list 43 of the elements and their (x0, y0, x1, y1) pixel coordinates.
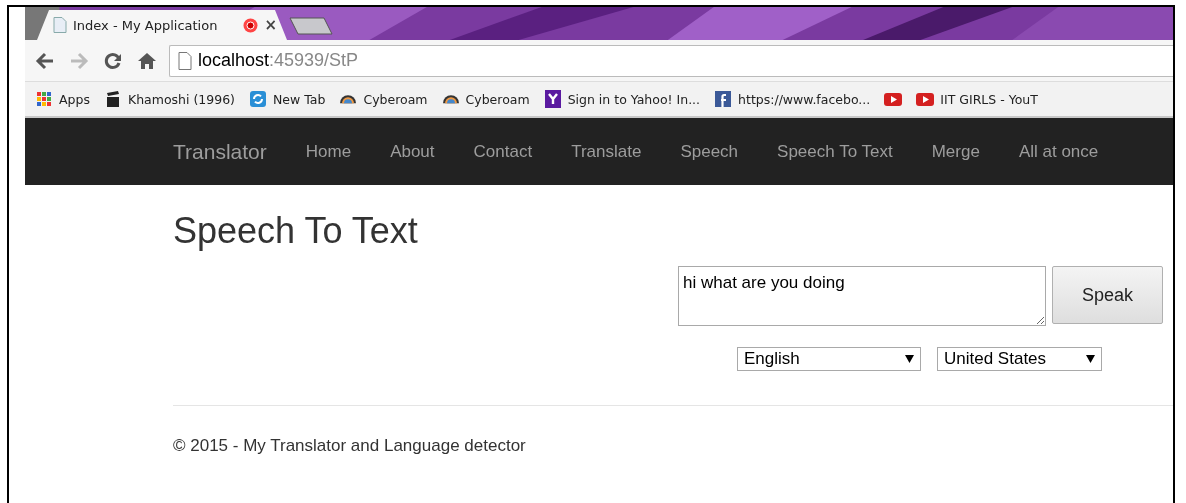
footer-text: © 2015 - My Translator and Language detector (173, 436, 527, 456)
bookmark[interactable]: Cyberoam (339, 91, 428, 107)
grid-icon (35, 90, 53, 108)
recording-icon (243, 17, 259, 33)
bookmark[interactable]: New Tab (249, 90, 326, 108)
speak-button[interactable]: Speak (1052, 266, 1163, 324)
refresh-icon (249, 90, 267, 108)
rainbow-icon (441, 94, 460, 104)
nav-link[interactable]: About (390, 141, 435, 162)
brand-link[interactable]: Translator (173, 139, 267, 164)
dropdown-arrow-icon (1086, 355, 1095, 363)
nav-link[interactable]: Home (305, 141, 352, 162)
rainbow-icon (339, 94, 358, 104)
nav-link[interactable]: Translate (571, 141, 642, 162)
language-select[interactable]: English (737, 347, 921, 371)
close-tab-button[interactable]: × (264, 16, 277, 34)
nav-link[interactable]: All at once (1018, 141, 1099, 162)
dropdown-arrow-icon (905, 355, 914, 363)
page-icon (53, 17, 67, 33)
play-icon (884, 90, 903, 108)
bookmark[interactable]: Sign in to Yahoo! In... (543, 90, 701, 108)
bookmark[interactable] (884, 90, 903, 108)
page-title: Speech To Text (173, 210, 419, 252)
logo-icon (714, 90, 733, 108)
page-icon (178, 51, 192, 70)
nav-link[interactable]: Speech (680, 141, 739, 162)
bookmark[interactable]: Apps (35, 90, 90, 108)
nav-link[interactable]: Speech To Text (777, 141, 893, 162)
nav-link[interactable]: Merge (931, 141, 980, 162)
tab-title: Index - My Application (73, 17, 219, 33)
address-bar[interactable]: localhost:45939/StP (169, 44, 1173, 77)
bookmark[interactable]: Cyberoam (441, 91, 530, 107)
url-text: localhost:45939/StP (198, 50, 359, 71)
logo-icon (543, 90, 562, 108)
browser-tab[interactable]: Index - My Application × (37, 10, 287, 40)
bookmark[interactable]: Khamoshi (1996) (103, 90, 235, 108)
region-select[interactable]: United States (937, 347, 1102, 371)
new-tab-button[interactable] (289, 17, 333, 35)
play-icon (916, 90, 935, 108)
speech-text-field[interactable]: hi what are you doing (678, 266, 1046, 326)
nav-link[interactable]: Contact (473, 141, 533, 162)
bookmark[interactable]: IIT GIRLS - YouT (916, 90, 1038, 108)
bookmark[interactable]: https://www.facebo... (714, 90, 871, 108)
